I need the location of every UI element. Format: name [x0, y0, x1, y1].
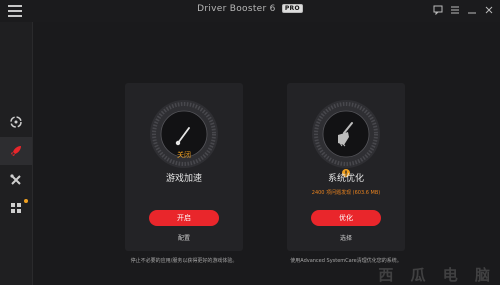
game-boost-status: 关闭: [177, 151, 191, 159]
system-optimize-card: 系统优化 2400 项问题发现 (603.6 MB) 优化 选择: [287, 83, 405, 251]
close-icon[interactable]: [484, 5, 494, 15]
minimize-icon[interactable]: [467, 5, 477, 15]
sidebar-item-scan[interactable]: [0, 108, 32, 136]
enable-button[interactable]: 开启: [149, 210, 219, 226]
feedback-icon[interactable]: [433, 5, 443, 16]
tools-icon: [10, 174, 21, 185]
menu-lines-icon[interactable]: [450, 5, 460, 15]
issues-found-text: 2400 项问题发现 (603.6 MB): [311, 190, 381, 196]
watermark: 西 瓜 电 脑: [378, 266, 496, 284]
pro-badge: PRO: [281, 4, 303, 13]
sidebar-item-boost[interactable]: [0, 137, 32, 165]
notification-dot: [24, 199, 28, 203]
rocket-icon: [11, 146, 21, 156]
app-title-text: Driver Booster 6: [197, 4, 276, 14]
scan-refresh-icon: [10, 116, 22, 128]
game-boost-card: 关闭 游戏加速 开启 配置: [125, 83, 243, 251]
grid-apps-icon: [11, 203, 21, 213]
window-controls: [433, 5, 494, 16]
title-bar: Driver Booster 6 PRO: [0, 0, 500, 22]
app-title: Driver Booster 6 PRO: [0, 4, 500, 14]
sidebar: [0, 22, 33, 285]
sidebar-item-apps[interactable]: [0, 194, 32, 222]
game-boost-description: 停止不必要的应用/服务以获得更好的游戏体验。: [130, 258, 238, 264]
sidebar-item-tools[interactable]: [0, 166, 32, 194]
game-boost-title: 游戏加速: [165, 174, 202, 184]
configure-link[interactable]: 配置: [125, 233, 243, 242]
system-optimize-title: 系统优化: [327, 174, 364, 184]
system-optimize-gauge-icon: [312, 100, 380, 168]
main-content: 关闭 游戏加速 开启 配置 系统优化 2400 项问题发现 (603.6 MB)…: [33, 22, 500, 285]
select-link[interactable]: 选择: [287, 233, 405, 242]
optimize-button[interactable]: 优化: [311, 210, 381, 226]
